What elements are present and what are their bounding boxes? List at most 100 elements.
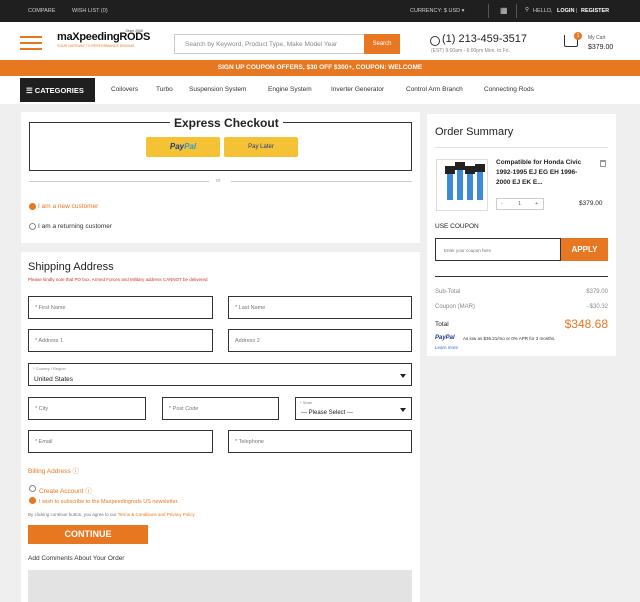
phone-number[interactable]: (1) 213-459-3517: [442, 33, 527, 45]
nav-item-inverter[interactable]: Inverter Generator: [331, 86, 384, 93]
apply-coupon-button[interactable]: APPLY: [561, 238, 608, 261]
menu-icon[interactable]: [20, 36, 42, 54]
product-thumbnail[interactable]: [436, 159, 488, 211]
comments-label: Add Comments About Your Order: [28, 555, 125, 562]
chevron-down-icon: [400, 374, 406, 378]
postcode-placeholder: * Post Code: [169, 406, 199, 412]
first-name-field[interactable]: * First Name: [28, 296, 213, 319]
cart-total[interactable]: $379.00: [588, 44, 613, 51]
address1-placeholder: * Address 1: [35, 338, 64, 344]
terms-link[interactable]: Terms & Conditions and Privacy Policy: [118, 512, 195, 517]
coilover-strut: [455, 162, 465, 200]
register-link[interactable]: REGISTER: [581, 8, 609, 14]
compare-link[interactable]: COMPARE: [28, 8, 55, 14]
new-customer-radio[interactable]: [29, 203, 36, 210]
quantity-stepper[interactable]: - 1 +: [496, 198, 544, 210]
nav-item-turbo[interactable]: Turbo: [156, 86, 173, 93]
nav-item-engine[interactable]: Engine System: [268, 86, 312, 93]
returning-customer-label[interactable]: I am a returning customer: [38, 223, 112, 230]
returning-customer-radio[interactable]: [29, 223, 36, 230]
qty-plus-button[interactable]: +: [535, 201, 538, 207]
last-name-field[interactable]: * Last Name: [228, 296, 412, 319]
divider: [231, 181, 412, 182]
coupon-row-value: -$30.32: [587, 304, 608, 310]
building-icon[interactable]: ▦: [500, 6, 508, 15]
create-account-label[interactable]: Create Account ⓘ: [39, 485, 92, 495]
top-bar: COMPARE WISH LIST (0) CURRENCY: $ USD ▾ …: [0, 0, 640, 22]
state-select[interactable]: * State --- Please Select ---: [295, 397, 412, 420]
country-label: * Country / Region: [33, 366, 66, 371]
paypal-pay-later-button[interactable]: Pay Later: [224, 137, 298, 157]
category-nav: ☰ CATEGORIES Coilovers Turbo Suspension …: [0, 76, 640, 104]
express-checkout-box: Express Checkout PayPal Pay Later: [29, 116, 412, 171]
trash-icon[interactable]: [600, 160, 606, 167]
wishlist-link[interactable]: WISH LIST (0): [72, 8, 108, 14]
currency-selector[interactable]: CURRENCY: $ USD ▾: [410, 8, 464, 14]
telephone-field[interactable]: * Telephone: [228, 430, 412, 453]
divider: [435, 147, 608, 148]
subscribe-checkbox[interactable]: [29, 497, 36, 504]
site-header: maXpeedingRODS YOUR GATEWAY TO PERFORMAN…: [0, 22, 640, 60]
new-customer-label[interactable]: I am a new customer: [38, 203, 98, 210]
logo-tagline: YOUR GATEWAY TO PERFORMANCE DRIVING: [57, 44, 135, 48]
express-checkout-title: Express Checkout: [170, 116, 283, 130]
product-price: $379.00: [579, 200, 603, 207]
country-select[interactable]: * Country / Region United States: [28, 363, 412, 386]
continue-button[interactable]: CONTINUE: [28, 525, 148, 544]
create-account-checkbox[interactable]: [29, 485, 36, 492]
coupon-input[interactable]: Enter your coupon here: [435, 238, 561, 261]
product-name[interactable]: Compatible for Honda Civic 1992-1995 EJ …: [496, 158, 588, 188]
paypal-logo-pay: Pay: [169, 142, 185, 151]
city-field[interactable]: * City: [28, 397, 146, 420]
promo-banner[interactable]: SIGN UP COUPON OFFERS, $30 OFF $300+, CO…: [0, 60, 640, 76]
divider: [435, 276, 608, 277]
site-logo[interactable]: maXpeedingRODS YOUR GATEWAY TO PERFORMAN…: [57, 29, 150, 53]
address1-field[interactable]: * Address 1: [28, 329, 213, 352]
divider: [488, 4, 489, 18]
categories-button[interactable]: ☰ CATEGORIES: [20, 78, 95, 102]
subscribe-label[interactable]: I wish to subscribe to the Maxpeedingrod…: [39, 499, 179, 505]
nav-item-connecting-rods[interactable]: Connecting Rods: [484, 86, 534, 93]
nav-item-suspension[interactable]: Suspension System: [189, 86, 246, 93]
logo-since: Since 2008: [125, 29, 143, 33]
last-name-placeholder: * Last Name: [235, 305, 266, 311]
paypal-financing-text: As low as $36.21/mo or 0% APR for 3 mont…: [463, 336, 556, 341]
paypal-button[interactable]: PayPal: [146, 137, 220, 157]
learn-more-link[interactable]: Learn more: [435, 345, 458, 350]
phone-icon: [430, 36, 440, 46]
login-link[interactable]: LOGIN: [557, 8, 574, 14]
business-hours: (EST) 9:00am - 6:00pm Mon. to Fri.: [431, 48, 510, 54]
order-summary-title: Order Summary: [435, 126, 514, 138]
divider: [516, 4, 517, 18]
coupon-label: USE COUPON: [435, 223, 479, 230]
postcode-field[interactable]: * Post Code: [162, 397, 279, 420]
nav-item-coilovers[interactable]: Coilovers: [111, 86, 138, 93]
shipping-title: Shipping Address: [28, 261, 114, 273]
or-text: or: [216, 178, 221, 184]
country-value: United States: [34, 376, 74, 383]
paylater-label: Pay Later: [248, 144, 274, 150]
coupon-row-label: Coupon (MAR): [435, 304, 476, 310]
subtotal-value: $379.00: [586, 289, 608, 295]
cart-count-badge: 1: [574, 32, 582, 40]
search-input[interactable]: Search by Keyword, Product Type, Make Mo…: [174, 34, 366, 54]
express-checkout-panel: Express Checkout PayPal Pay Later or I a…: [21, 112, 420, 243]
total-label: Total: [435, 321, 449, 328]
billing-address-label[interactable]: Billing Address ⓘ: [28, 465, 79, 475]
paypal-logo: PayPal: [435, 335, 455, 341]
chevron-down-icon: [400, 408, 406, 412]
search-button[interactable]: Search: [364, 34, 400, 54]
email-field[interactable]: * Email: [28, 430, 213, 453]
nav-item-control-arm[interactable]: Control Arm Branch: [406, 86, 463, 93]
first-name-placeholder: * First Name: [35, 305, 66, 311]
coilover-strut: [475, 164, 485, 200]
comments-textarea[interactable]: [28, 570, 412, 602]
cart-label[interactable]: My Cart: [588, 35, 606, 41]
total-value: $348.68: [564, 317, 608, 331]
qty-value[interactable]: 1: [518, 201, 521, 207]
address2-placeholder: Address 2: [235, 338, 260, 344]
address2-field[interactable]: Address 2: [228, 329, 412, 352]
terms-text: By clicking continue button, you agree t…: [28, 512, 195, 517]
qty-minus-button[interactable]: -: [501, 201, 503, 207]
email-placeholder: * Email: [35, 439, 53, 445]
